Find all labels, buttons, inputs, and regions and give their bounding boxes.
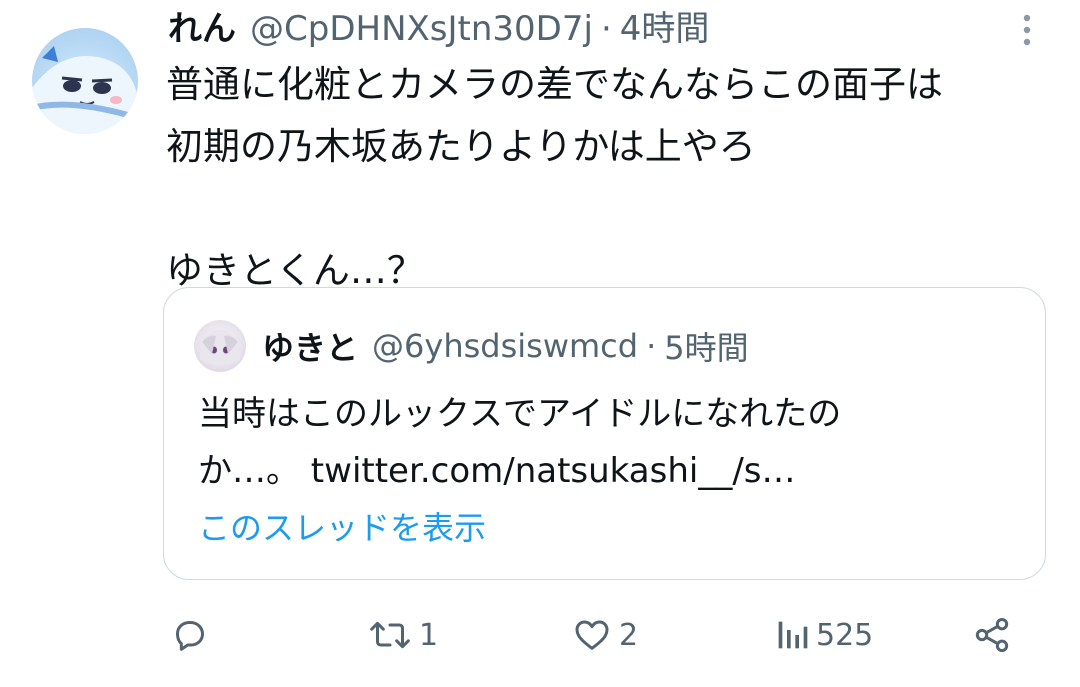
retweet-count: 1 [419,617,439,653]
views-icon [778,621,808,649]
header-separator: · [600,9,612,49]
tweet-timestamp[interactable]: 4時間 [620,7,710,51]
author-avatar[interactable] [32,28,138,134]
share-icon [975,618,1009,652]
author-display-name[interactable]: れん [168,7,236,51]
reply-icon [176,621,204,651]
quote-header: ゆきと @6yhsdsiswmcd · 5時間 [262,320,749,372]
quote-author-avatar[interactable] [194,320,246,372]
tweet-header: れん @CpDHNXsJtn30D7j · 4時間 [168,4,709,54]
quote-separator: · [646,327,657,365]
more-options-button[interactable] [1012,10,1042,50]
avatar-illustration [32,46,138,134]
retweet-button[interactable]: 1 [367,605,438,665]
heart-icon [575,620,609,650]
like-button[interactable]: 2 [571,605,638,665]
reply-button[interactable] [170,605,210,665]
author-handle[interactable]: @CpDHNXsJtn30D7j [250,7,593,51]
more-vertical-icon [1023,14,1031,46]
like-count: 2 [619,617,639,653]
views-button[interactable]: 525 [774,605,873,665]
quote-avatar-illustration [200,330,240,365]
show-thread-link[interactable]: このスレッドを表示 [198,503,486,553]
quote-timestamp[interactable]: 5時間 [664,323,748,369]
quote-text: 当時はこのルックスでアイドルになれたの か…。 twitter.com/nats… [198,394,842,491]
share-button[interactable] [972,605,1012,665]
quote-tweet-card[interactable]: ゆきと @6yhsdsiswmcd · 5時間 当時はこのルックスでアイドルにな… [163,287,1046,580]
quote-handle[interactable]: @6yhsdsiswmcd [372,327,638,365]
quote-display-name[interactable]: ゆきと [262,323,358,369]
retweet-icon [370,621,410,649]
views-count: 525 [816,617,874,653]
tweet-text: 普通に化粧とカメラの差でなんならこの面子は 初期の乃木坂あたりよりかは上やろ ゆ… [166,63,943,292]
tweet-action-bar: 1 2 525 [0,605,1080,665]
